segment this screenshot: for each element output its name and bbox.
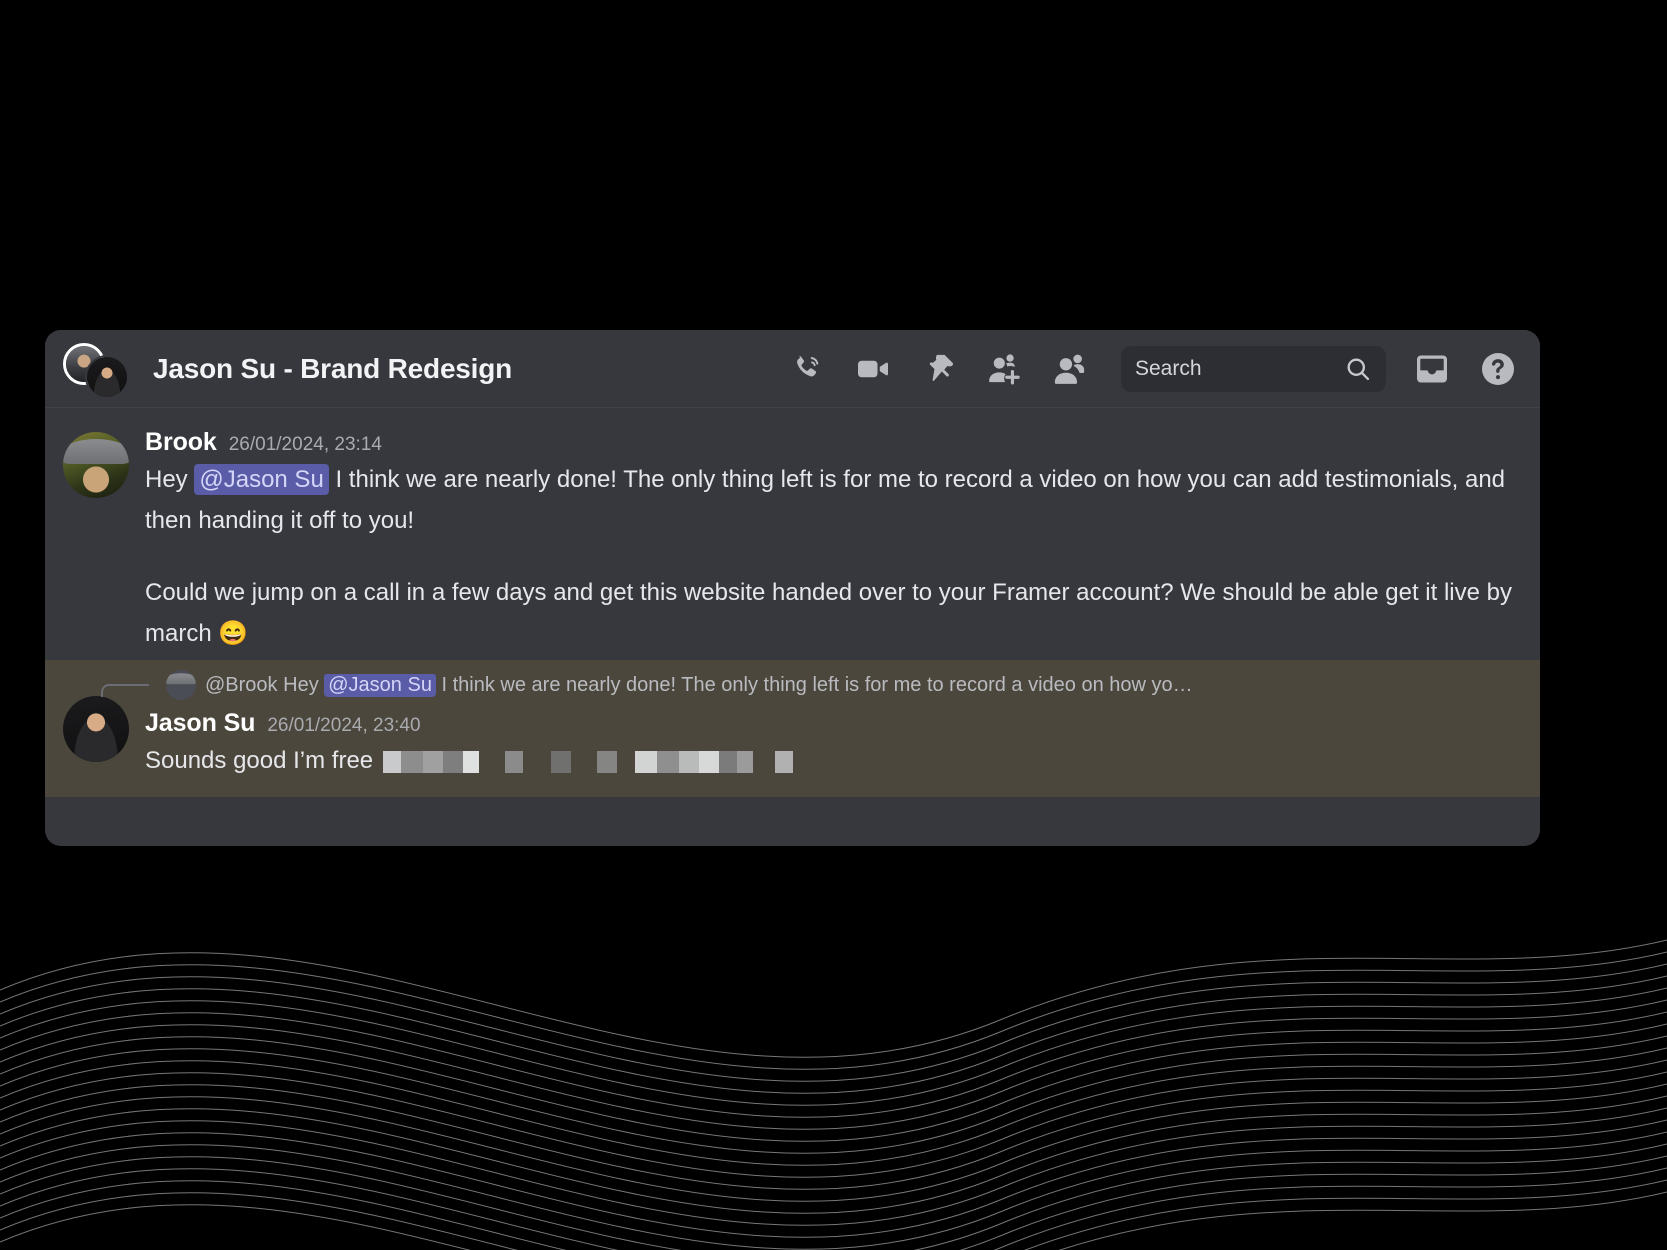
mention-jason-su[interactable]: @Jason Su — [194, 464, 329, 495]
redaction-block — [679, 750, 700, 773]
message-item-jason[interactable]: @Brook Hey @Jason Su I think we are near… — [45, 660, 1540, 798]
redaction-block — [635, 750, 658, 773]
redaction-block — [463, 750, 480, 773]
text-segment: Hey — [145, 466, 195, 493]
redaction-block — [617, 751, 635, 773]
avatar-brook-tiny — [166, 670, 196, 701]
message-item-brook[interactable]: Brook 26/01/2024, 23:14 Hey @Jason Su I … — [45, 422, 1540, 660]
message-author: Brook — [145, 428, 217, 456]
text-segment: Sounds good I’m free — [145, 747, 374, 775]
redaction-block — [423, 750, 444, 773]
message-header: Brook 26/01/2024, 23:14 — [145, 428, 1516, 457]
message-paragraph: Sounds good I’m free — [145, 740, 1516, 781]
message-paragraph: Hey @Jason Su I think we are nearly done… — [145, 459, 1516, 542]
search-input[interactable]: Search — [1121, 345, 1386, 392]
add-person-icon[interactable] — [985, 349, 1025, 389]
message-author: Jason Su — [145, 709, 256, 738]
avatar-jason[interactable] — [63, 696, 129, 763]
text-segment: Hey — [283, 673, 325, 696]
header-avatar-group[interactable] — [63, 341, 139, 399]
reply-quote: @Brook Hey @Jason Su I think we are near… — [205, 673, 1193, 697]
search-placeholder: Search — [1135, 356, 1202, 380]
message-body: @Brook Hey @Jason Su I think we are near… — [101, 670, 1516, 781]
help-circle-icon[interactable] — [1478, 349, 1518, 389]
message-paragraph: Could we jump on a call in a few days an… — [145, 572, 1516, 655]
redaction-block — [737, 750, 754, 773]
redaction-block — [699, 750, 720, 773]
message-timestamp: 26/01/2024, 23:40 — [267, 715, 421, 737]
pin-icon[interactable] — [919, 349, 959, 389]
redaction-block — [401, 750, 424, 773]
redaction-block — [551, 750, 572, 773]
grinning-face-emoji: 😄 — [218, 619, 249, 647]
screen: Jason Su - Brand Redesign Search Brook 2… — [0, 0, 1667, 1250]
redaction-block — [571, 751, 597, 773]
message-body: Brook 26/01/2024, 23:14 Hey @Jason Su I … — [145, 428, 1516, 654]
header-actions: Search — [787, 345, 1518, 392]
message-list: Brook 26/01/2024, 23:14 Hey @Jason Su I … — [45, 408, 1540, 798]
text-segment: I think we are nearly done! The only thi… — [145, 466, 1506, 535]
avatar-jason-small — [85, 354, 129, 399]
video-camera-icon[interactable] — [853, 349, 893, 389]
chat-header: Jason Su - Brand Redesign Search — [45, 330, 1540, 408]
chat-window: Jason Su - Brand Redesign Search Brook 2… — [45, 330, 1540, 846]
redaction-block — [775, 750, 794, 773]
redaction-block — [443, 750, 464, 773]
people-icon[interactable] — [1051, 349, 1091, 389]
reply-author[interactable]: @Brook — [205, 674, 278, 696]
inbox-icon[interactable] — [1412, 349, 1452, 389]
page-title: Jason Su - Brand Redesign — [153, 352, 513, 384]
phone-call-icon[interactable] — [787, 349, 827, 389]
redaction-block — [657, 750, 680, 773]
redaction-block — [523, 751, 551, 773]
redaction-block — [719, 750, 738, 773]
mention-jason-su[interactable]: @Jason Su — [324, 673, 436, 697]
text-segment: Could we jump on a call in a few days an… — [145, 578, 1512, 647]
message-header: Jason Su 26/01/2024, 23:40 — [145, 709, 1516, 738]
message-timestamp: 26/01/2024, 23:14 — [228, 434, 382, 455]
avatar-brook[interactable] — [63, 432, 129, 498]
redaction-block — [597, 750, 618, 773]
redacted-text — [383, 750, 794, 773]
redaction-block — [479, 751, 505, 773]
reply-connector-icon — [101, 674, 157, 698]
search-icon[interactable] — [1344, 355, 1372, 383]
redaction-block — [383, 750, 402, 773]
reply-preview[interactable]: @Brook Hey @Jason Su I think we are near… — [87, 670, 1516, 701]
text-segment: I think we are nearly done! The only thi… — [435, 673, 1193, 696]
redaction-block — [505, 750, 524, 773]
redaction-block — [753, 751, 775, 773]
